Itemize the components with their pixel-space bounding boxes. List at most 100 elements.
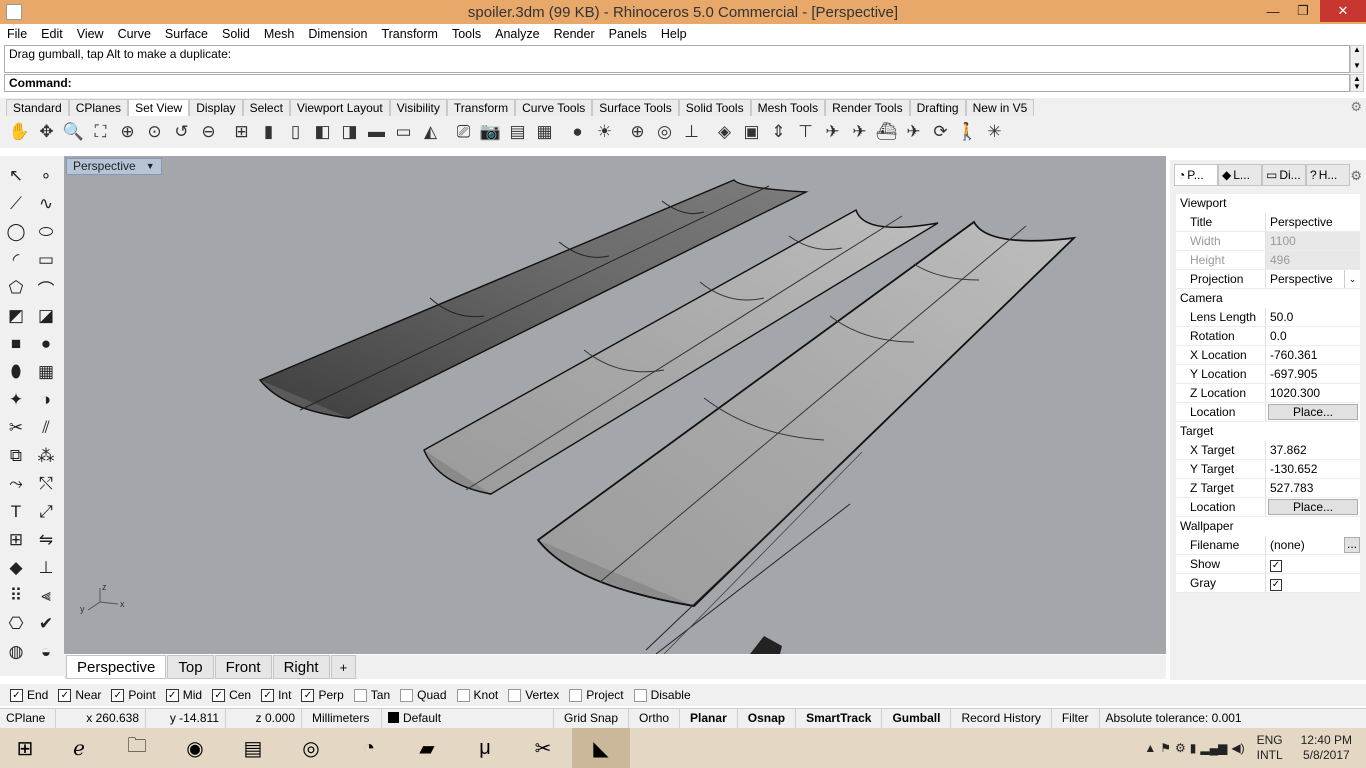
status-grid-snap[interactable]: Grid Snap — [554, 709, 630, 728]
osnap-tan[interactable]: Tan — [353, 688, 390, 702]
osnap-quad[interactable]: Quad — [400, 688, 447, 702]
prop-value[interactable]: (none)... — [1266, 536, 1360, 554]
place-button[interactable]: Place... — [1268, 499, 1358, 515]
rhino-app-icon[interactable] — [6, 4, 22, 20]
prop-value[interactable]: -697.905 — [1266, 365, 1360, 383]
status-record-history[interactable]: Record History — [951, 709, 1052, 728]
status-osnap[interactable]: Osnap — [738, 709, 797, 728]
rotate-icon[interactable]: ⟳ — [927, 119, 954, 145]
tab-drafting[interactable]: Drafting — [909, 99, 966, 116]
internet-explorer-icon[interactable]: ℯ — [50, 728, 108, 768]
menu-edit[interactable]: Edit — [34, 27, 70, 41]
tab-visibility[interactable]: Visibility — [389, 99, 447, 116]
point-icon[interactable]: ∘ — [32, 162, 60, 190]
prop-value[interactable]: -130.652 — [1266, 460, 1360, 478]
osnap-checkbox[interactable] — [353, 688, 367, 702]
explode-icon[interactable]: ✳ — [981, 119, 1008, 145]
camera-icon[interactable]: 📷 — [477, 119, 504, 145]
pan-icon[interactable]: ✋ — [6, 119, 33, 145]
osnap-disable[interactable]: Disable — [633, 688, 691, 702]
prop-value[interactable]: ✓ — [1266, 555, 1360, 573]
curve-icon[interactable]: ∿ — [32, 190, 60, 218]
panel-gear-icon[interactable]: ⚙ — [1350, 168, 1362, 184]
top-view-icon[interactable]: ▮ — [255, 119, 282, 145]
network-share-icon[interactable]: ⚙ — [1175, 741, 1186, 755]
tab-new-in-v5[interactable]: New in V5 — [965, 99, 1035, 116]
flag-icon[interactable]: ⚑ — [1160, 741, 1171, 755]
osnap-perp[interactable]: ✓ Perp — [301, 688, 344, 702]
chevron-down-icon[interactable]: ▼ — [146, 159, 155, 174]
zoom-extents-icon[interactable]: ⊕ — [114, 119, 141, 145]
arc-icon[interactable]: ◜ — [2, 246, 30, 274]
perspective-viewport[interactable]: z y x Perspective ▼ — [64, 156, 1166, 654]
osnap-checkbox[interactable]: ✓ — [58, 688, 72, 702]
surface-patch-icon[interactable]: ◪ — [32, 302, 60, 330]
prop-value[interactable]: Perspective — [1266, 213, 1360, 231]
osnap-knot[interactable]: Knot — [456, 688, 498, 702]
front-view-icon[interactable]: ▬ — [363, 119, 390, 145]
set-camera-icon[interactable]: ⎚ — [450, 119, 477, 145]
menu-render[interactable]: Render — [547, 27, 602, 41]
solid-tools-icon[interactable]: ◆ — [2, 554, 30, 582]
osnap-checkbox[interactable] — [456, 688, 470, 702]
osnap-vertex[interactable]: Vertex — [508, 688, 559, 702]
windows-start-icon[interactable]: ⊞ — [0, 728, 50, 768]
trim-icon[interactable]: ✂ — [2, 414, 30, 442]
walk-icon[interactable]: 🚶 — [954, 119, 981, 145]
blend-icon[interactable]: ⤲ — [32, 470, 60, 498]
prop-value[interactable]: ✓ — [1266, 574, 1360, 592]
offset-icon[interactable]: ⤳ — [2, 470, 30, 498]
chevron-down-icon[interactable]: ⌄ — [1344, 270, 1360, 288]
osnap-checkbox[interactable] — [400, 688, 414, 702]
ellipse-icon[interactable]: ⬭ — [32, 218, 60, 246]
rotate-view-icon[interactable]: ✥ — [33, 119, 60, 145]
status-cplane[interactable]: CPlane — [0, 709, 56, 728]
panel-tab-1[interactable]: ◆ L... — [1218, 164, 1262, 186]
osnap-point[interactable]: ✓ Point — [111, 688, 156, 702]
place-button[interactable]: Place... — [1268, 404, 1358, 420]
prop-value[interactable]: Place... — [1266, 403, 1360, 421]
minimize-icon[interactable]: — — [1258, 0, 1288, 22]
zoom-window-icon[interactable]: ⛶ — [87, 119, 114, 145]
prop-value[interactable]: 37.862 — [1266, 441, 1360, 459]
osnap-mid[interactable]: ✓ Mid — [165, 688, 202, 702]
viewport-tab-right[interactable]: Right — [272, 655, 330, 679]
panel-tab-2[interactable]: ▭ Di... — [1262, 164, 1306, 186]
extrude-icon[interactable]: ⬮ — [2, 358, 30, 386]
group-icon[interactable]: ⧉ — [2, 442, 30, 470]
check-icon[interactable]: ✔ — [32, 610, 60, 638]
panel-tab-3[interactable]: ? H... — [1306, 164, 1350, 186]
signal-icon[interactable]: ▂▄▆ — [1200, 741, 1227, 755]
checkbox[interactable]: ✓ — [1270, 560, 1282, 572]
menu-dimension[interactable]: Dimension — [301, 27, 374, 41]
osnap-project[interactable]: Project — [569, 688, 624, 702]
menu-solid[interactable]: Solid — [215, 27, 257, 41]
app-icon[interactable]: ◎ — [282, 728, 340, 768]
command-scrollbar[interactable]: ▲ ▼ — [1350, 74, 1364, 92]
sticky-notes-icon[interactable]: ▰ — [398, 728, 456, 768]
surface-icon[interactable]: ◩ — [2, 302, 30, 330]
status-gumball[interactable]: Gumball — [882, 709, 952, 728]
zoom-out-icon[interactable]: ⊖ — [195, 119, 222, 145]
snipping-tool-icon[interactable]: ✂ — [514, 728, 572, 768]
store-icon[interactable]: ▤ — [224, 728, 282, 768]
status-layer[interactable]: Default — [382, 709, 554, 728]
four-view-icon[interactable]: ⊞ — [228, 119, 255, 145]
viewport-tab-front[interactable]: Front — [214, 655, 272, 679]
text-icon[interactable]: T — [2, 498, 30, 526]
prop-value[interactable]: Place... — [1266, 498, 1360, 516]
osnap-cen[interactable]: ✓ Cen — [212, 688, 251, 702]
boolean-icon[interactable]: ◑ — [32, 386, 60, 414]
plane-icon[interactable]: ✈ — [846, 119, 873, 145]
osnap-checkbox[interactable]: ✓ — [111, 688, 125, 702]
tab-select[interactable]: Select — [242, 99, 290, 116]
polygon-icon[interactable]: ⬠ — [2, 274, 30, 302]
osnap-checkbox[interactable]: ✓ — [212, 688, 226, 702]
viewport-tab-top[interactable]: Top — [167, 655, 214, 679]
tab-curve-tools[interactable]: Curve Tools — [515, 99, 593, 116]
undo-view-icon[interactable]: ↺ — [168, 119, 195, 145]
viewport-tab-perspective[interactable]: Perspective — [66, 655, 167, 679]
menu-transform[interactable]: Transform — [374, 27, 445, 41]
menu-surface[interactable]: Surface — [158, 27, 215, 41]
zoom-icon[interactable]: 🔍 — [60, 119, 87, 145]
